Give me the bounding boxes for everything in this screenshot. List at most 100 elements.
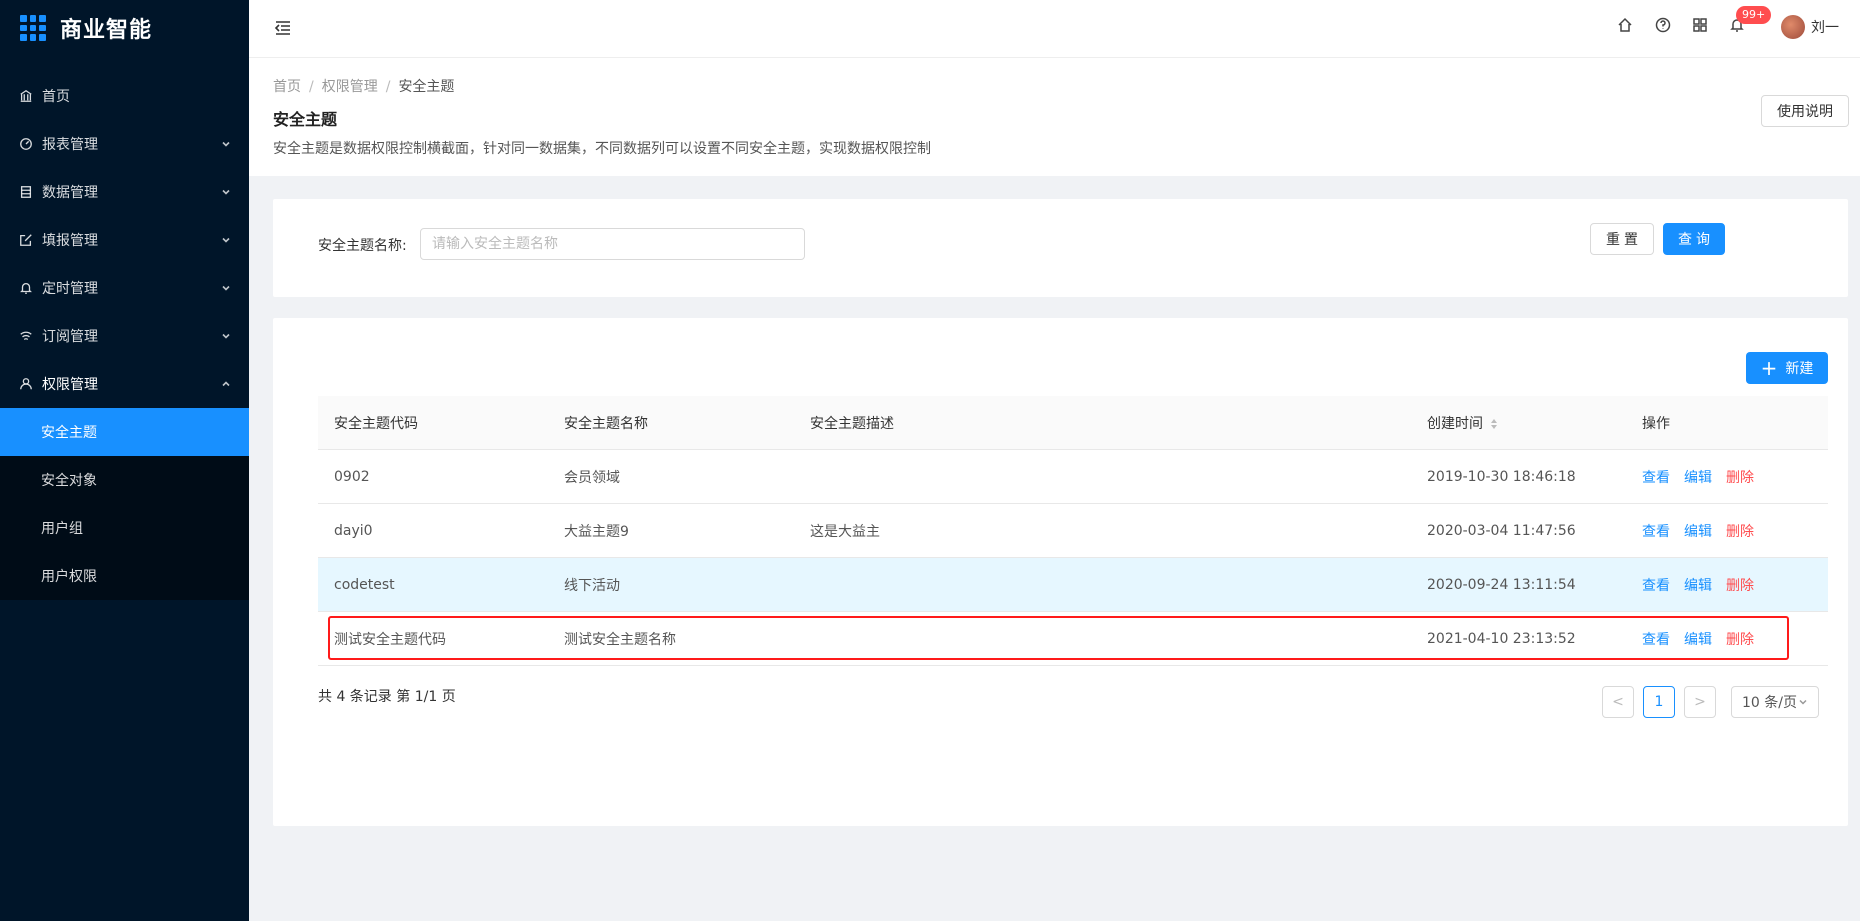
plus-icon: + [1760, 356, 1778, 380]
search-form: 安全主题名称: 重置 查询 [273, 199, 1848, 297]
sidebar-item-label: 权限管理 [42, 377, 98, 393]
search-label: 安全主题名称: [318, 238, 407, 254]
bank-icon [18, 88, 34, 104]
username[interactable]: 刘一 [1811, 17, 1839, 37]
logo[interactable]: 商业智能 [0, 0, 249, 56]
page-size-select[interactable]: 10 条/页 [1731, 686, 1819, 718]
breadcrumb-separator: / [309, 79, 314, 95]
chevron-down-icon [221, 187, 231, 197]
question-icon[interactable] [1655, 17, 1673, 35]
search-input[interactable] [420, 228, 805, 260]
apps-icon[interactable] [1692, 17, 1710, 35]
view-link[interactable]: 查看 [1642, 467, 1670, 487]
chevron-up-icon [221, 379, 231, 389]
permissions-submenu: 安全主题 安全对象 用户组 用户权限 [0, 408, 249, 600]
page-description: 安全主题是数据权限控制横截面，针对同一数据集，不同数据列可以设置不同安全主题，实… [273, 141, 931, 157]
sidebar-item-label: 填报管理 [42, 233, 98, 249]
column-header-time-label: 创建时间 [1427, 415, 1483, 432]
breadcrumb-current: 安全主题 [398, 79, 455, 95]
sidebar-item-permissions[interactable]: 权限管理 [0, 360, 249, 408]
cell-time: 2020-03-04 11:47:56 [1427, 522, 1576, 539]
data-table: 安全主题代码 安全主题名称 安全主题描述 创建时间 操作 0902 会员领域 2… [318, 396, 1828, 666]
column-header-actions: 操作 [1642, 415, 1670, 432]
breadcrumb-parent[interactable]: 权限管理 [322, 79, 378, 95]
reset-button[interactable]: 重置 [1590, 223, 1654, 255]
sidebar-item-subscribe[interactable]: 订阅管理 [0, 312, 249, 360]
cell-actions: 查看 编辑 删除 [1642, 575, 1828, 595]
edit-link[interactable]: 编辑 [1684, 629, 1712, 649]
top-header: 99+ 刘一 [249, 0, 1860, 58]
sort-icon[interactable] [1491, 418, 1497, 429]
database-icon [18, 184, 34, 200]
breadcrumb: 首页 / 权限管理 / 安全主题 [273, 76, 454, 96]
delete-link[interactable]: 删除 [1726, 521, 1754, 541]
new-button-label: 新建 [1785, 361, 1814, 377]
table-row: 测试安全主题代码 测试安全主题名称 2021-04-10 23:13:52 查看… [318, 612, 1828, 666]
column-header-desc: 安全主题描述 [810, 415, 894, 432]
edit-icon [18, 232, 34, 248]
column-header-name: 安全主题名称 [564, 415, 648, 432]
edit-link[interactable]: 编辑 [1684, 467, 1712, 487]
sidebar-item-label: 首页 [42, 89, 70, 105]
avatar[interactable] [1781, 15, 1805, 39]
edit-link[interactable]: 编辑 [1684, 521, 1712, 541]
cell-name: 会员领域 [564, 469, 620, 486]
menu-fold-icon[interactable] [273, 18, 293, 38]
view-link[interactable]: 查看 [1642, 575, 1670, 595]
home-icon[interactable] [1617, 17, 1635, 35]
wifi-icon [18, 328, 34, 344]
page-title: 安全主题 [273, 110, 338, 129]
chevron-down-icon [1799, 699, 1807, 705]
view-link[interactable]: 查看 [1642, 521, 1670, 541]
chevron-down-icon [221, 235, 231, 245]
cell-actions: 查看 编辑 删除 [1642, 521, 1828, 541]
chevron-down-icon [221, 283, 231, 293]
apps-grid-icon [20, 15, 46, 41]
table-row-highlighted: codetest 线下活动 2020-09-24 13:11:54 查看 编辑 … [318, 558, 1828, 612]
sidebar-item-schedule[interactable]: 定时管理 [0, 264, 249, 312]
user-icon [18, 376, 34, 392]
page-size-value: 10 条/页 [1742, 695, 1797, 711]
sidebar-item-home[interactable]: 首页 [0, 72, 249, 120]
sidebar-subitem-user-permission[interactable]: 用户权限 [0, 552, 249, 600]
cell-name: 测试安全主题名称 [564, 631, 676, 648]
delete-link[interactable]: 删除 [1726, 575, 1754, 595]
new-button[interactable]: + 新建 [1746, 352, 1828, 384]
pagination-next-button[interactable]: > [1684, 686, 1716, 718]
cell-desc: 这是大益主 [810, 523, 880, 540]
help-button[interactable]: 使用说明 [1761, 95, 1849, 127]
dashboard-icon [18, 136, 34, 152]
sidebar-item-fill[interactable]: 填报管理 [0, 216, 249, 264]
page-header: 首页 / 权限管理 / 安全主题 安全主题 安全主题是数据权限控制横截面，针对同一数据集… [249, 58, 1860, 176]
cell-actions: 查看 编辑 删除 [1642, 467, 1828, 487]
cell-time: 2021-04-10 23:13:52 [1427, 630, 1576, 647]
delete-link[interactable]: 删除 [1726, 467, 1754, 487]
breadcrumb-home[interactable]: 首页 [273, 79, 301, 95]
table-card: + 新建 安全主题代码 安全主题名称 安全主题描述 创建时间 操作 0902 会… [273, 318, 1848, 826]
cell-actions: 查看 编辑 删除 [1642, 629, 1828, 649]
bell-icon [18, 280, 34, 296]
edit-link[interactable]: 编辑 [1684, 575, 1712, 595]
sidebar-item-label: 报表管理 [42, 137, 98, 153]
notification-badge: 99+ [1736, 6, 1772, 24]
chevron-down-icon [221, 139, 231, 149]
cell-code: codetest [334, 576, 395, 593]
column-header-time[interactable]: 创建时间 [1427, 413, 1642, 433]
sidebar-subitem-security-object[interactable]: 安全对象 [0, 456, 249, 504]
pagination-prev-button[interactable]: < [1602, 686, 1634, 718]
query-button[interactable]: 查询 [1663, 223, 1725, 255]
cell-code: 测试安全主题代码 [334, 631, 446, 648]
sidebar-item-reports[interactable]: 报表管理 [0, 120, 249, 168]
column-header-code: 安全主题代码 [334, 415, 418, 432]
delete-link[interactable]: 删除 [1726, 629, 1754, 649]
pagination-page-1[interactable]: 1 [1643, 686, 1675, 718]
view-link[interactable]: 查看 [1642, 629, 1670, 649]
sidebar-item-data[interactable]: 数据管理 [0, 168, 249, 216]
sidebar-subitem-user-group[interactable]: 用户组 [0, 504, 249, 552]
cell-name: 大益主题9 [564, 523, 629, 540]
pagination-summary: 共 4 条记录 第 1/1 页 [318, 689, 456, 705]
cell-time: 2019-10-30 18:46:18 [1427, 468, 1576, 485]
cell-code: dayi0 [334, 522, 373, 539]
breadcrumb-separator: / [385, 79, 391, 95]
sidebar-subitem-security-topic[interactable]: 安全主题 [0, 408, 249, 456]
